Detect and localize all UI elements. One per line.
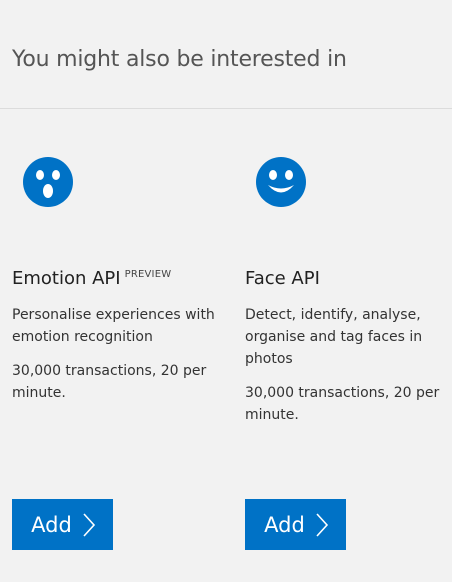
card-description-block: Detect, identify, analyse, organise and …	[245, 304, 451, 438]
section-title: You might also be interested in	[12, 47, 347, 72]
section-divider	[0, 108, 452, 109]
card-description: Detect, identify, analyse, organise and …	[245, 307, 423, 367]
add-face-api-button[interactable]: Add	[245, 499, 346, 550]
card-title: Emotion API PREVIEW	[12, 268, 171, 289]
face-api-card: Face API Detect, identify, analyse, orga…	[245, 150, 452, 570]
card-title-text: Face API	[245, 268, 320, 289]
surprised-face-icon	[23, 157, 73, 207]
card-description-block: Personalise experiences with emotion rec…	[12, 304, 218, 416]
card-pricing: 30,000 transactions, 20 per minute.	[245, 385, 440, 423]
card-pricing: 30,000 transactions, 20 per minute.	[12, 363, 207, 401]
add-button-label: Add	[264, 512, 305, 537]
emotion-api-card: Emotion API PREVIEW Personalise experienc…	[12, 150, 222, 570]
chevron-right-icon	[83, 512, 95, 537]
add-button-label: Add	[31, 512, 72, 537]
chevron-right-icon	[316, 512, 328, 537]
smiling-face-icon	[256, 157, 306, 207]
add-emotion-api-button[interactable]: Add	[12, 499, 113, 550]
card-title-text: Emotion API	[12, 268, 121, 289]
card-description: Personalise experiences with emotion rec…	[12, 307, 215, 345]
preview-badge: PREVIEW	[124, 269, 172, 280]
card-title: Face API	[245, 268, 320, 289]
